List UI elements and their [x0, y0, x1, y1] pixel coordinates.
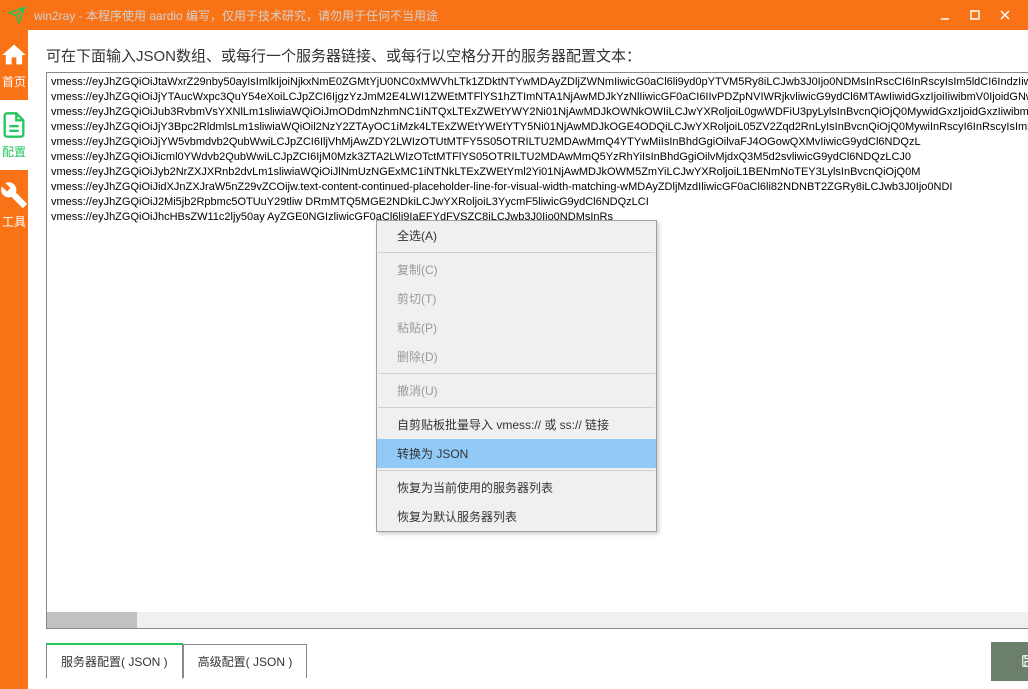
- close-button[interactable]: [990, 0, 1020, 30]
- menu-separator: [378, 470, 655, 471]
- menu-separator: [378, 373, 655, 374]
- sidebar-item-tools[interactable]: 工具: [0, 170, 28, 240]
- sidebar-item-config[interactable]: 配置: [0, 100, 28, 170]
- sidebar-item-home[interactable]: 首页: [0, 30, 28, 100]
- sidebar-item-label: 工具: [2, 213, 26, 230]
- wrench-icon: [0, 181, 28, 209]
- titlebar: win2ray - 本程序使用 aardio 编写，仅用于技术研究，请勿用于任何…: [0, 0, 1028, 30]
- scrollbar-thumb[interactable]: [47, 612, 137, 628]
- instruction-text: 可在下面输入JSON数组、或每行一个服务器链接、或每行以空格分开的服务器配置文本…: [46, 45, 1028, 66]
- sidebar-item-label: 配置: [2, 143, 26, 160]
- window-controls: [930, 0, 1020, 30]
- window-title: win2ray - 本程序使用 aardio 编写，仅用于技术研究，请勿用于任何…: [34, 7, 930, 24]
- menu-undo[interactable]: 撤消(U): [377, 376, 656, 405]
- minimize-button[interactable]: [930, 0, 960, 30]
- menu-separator: [378, 252, 655, 253]
- document-icon: [0, 111, 28, 139]
- app-logo-icon: [8, 6, 26, 24]
- menu-paste[interactable]: 粘贴(P): [377, 313, 656, 342]
- sidebar: 首页 配置 工具: [0, 30, 28, 689]
- main-panel: 可在下面输入JSON数组、或每行一个服务器链接、或每行以空格分开的服务器配置文本…: [28, 30, 1028, 689]
- save-button[interactable]: 更新设置: [991, 642, 1028, 681]
- context-menu: 全选(A) 复制(C) 剪切(T) 粘贴(P) 删除(D) 撤消(U) 自剪贴板…: [376, 220, 657, 532]
- menu-cut[interactable]: 剪切(T): [377, 284, 656, 313]
- menu-import-clipboard[interactable]: 自剪贴板批量导入 vmess:// 或 ss:// 链接: [377, 410, 656, 439]
- maximize-button[interactable]: [960, 0, 990, 30]
- tab-server-config[interactable]: 服务器配置( JSON ): [46, 643, 183, 679]
- save-icon: [1021, 654, 1028, 668]
- menu-convert-json[interactable]: 转换为 JSON: [377, 439, 656, 468]
- menu-separator: [378, 407, 655, 408]
- menu-restore-default[interactable]: 恢复为默认服务器列表: [377, 502, 656, 531]
- menu-delete[interactable]: 删除(D): [377, 342, 656, 371]
- horizontal-scrollbar[interactable]: [47, 612, 1028, 628]
- home-icon: [0, 41, 28, 69]
- sidebar-item-label: 首页: [2, 73, 26, 90]
- menu-select-all[interactable]: 全选(A): [377, 221, 656, 250]
- bottom-bar: 服务器配置( JSON ) 高级配置( JSON ) 更新设置: [46, 629, 1028, 679]
- menu-copy[interactable]: 复制(C): [377, 255, 656, 284]
- tab-advanced-config[interactable]: 高级配置( JSON ): [183, 644, 308, 678]
- menu-restore-current[interactable]: 恢复为当前使用的服务器列表: [377, 473, 656, 502]
